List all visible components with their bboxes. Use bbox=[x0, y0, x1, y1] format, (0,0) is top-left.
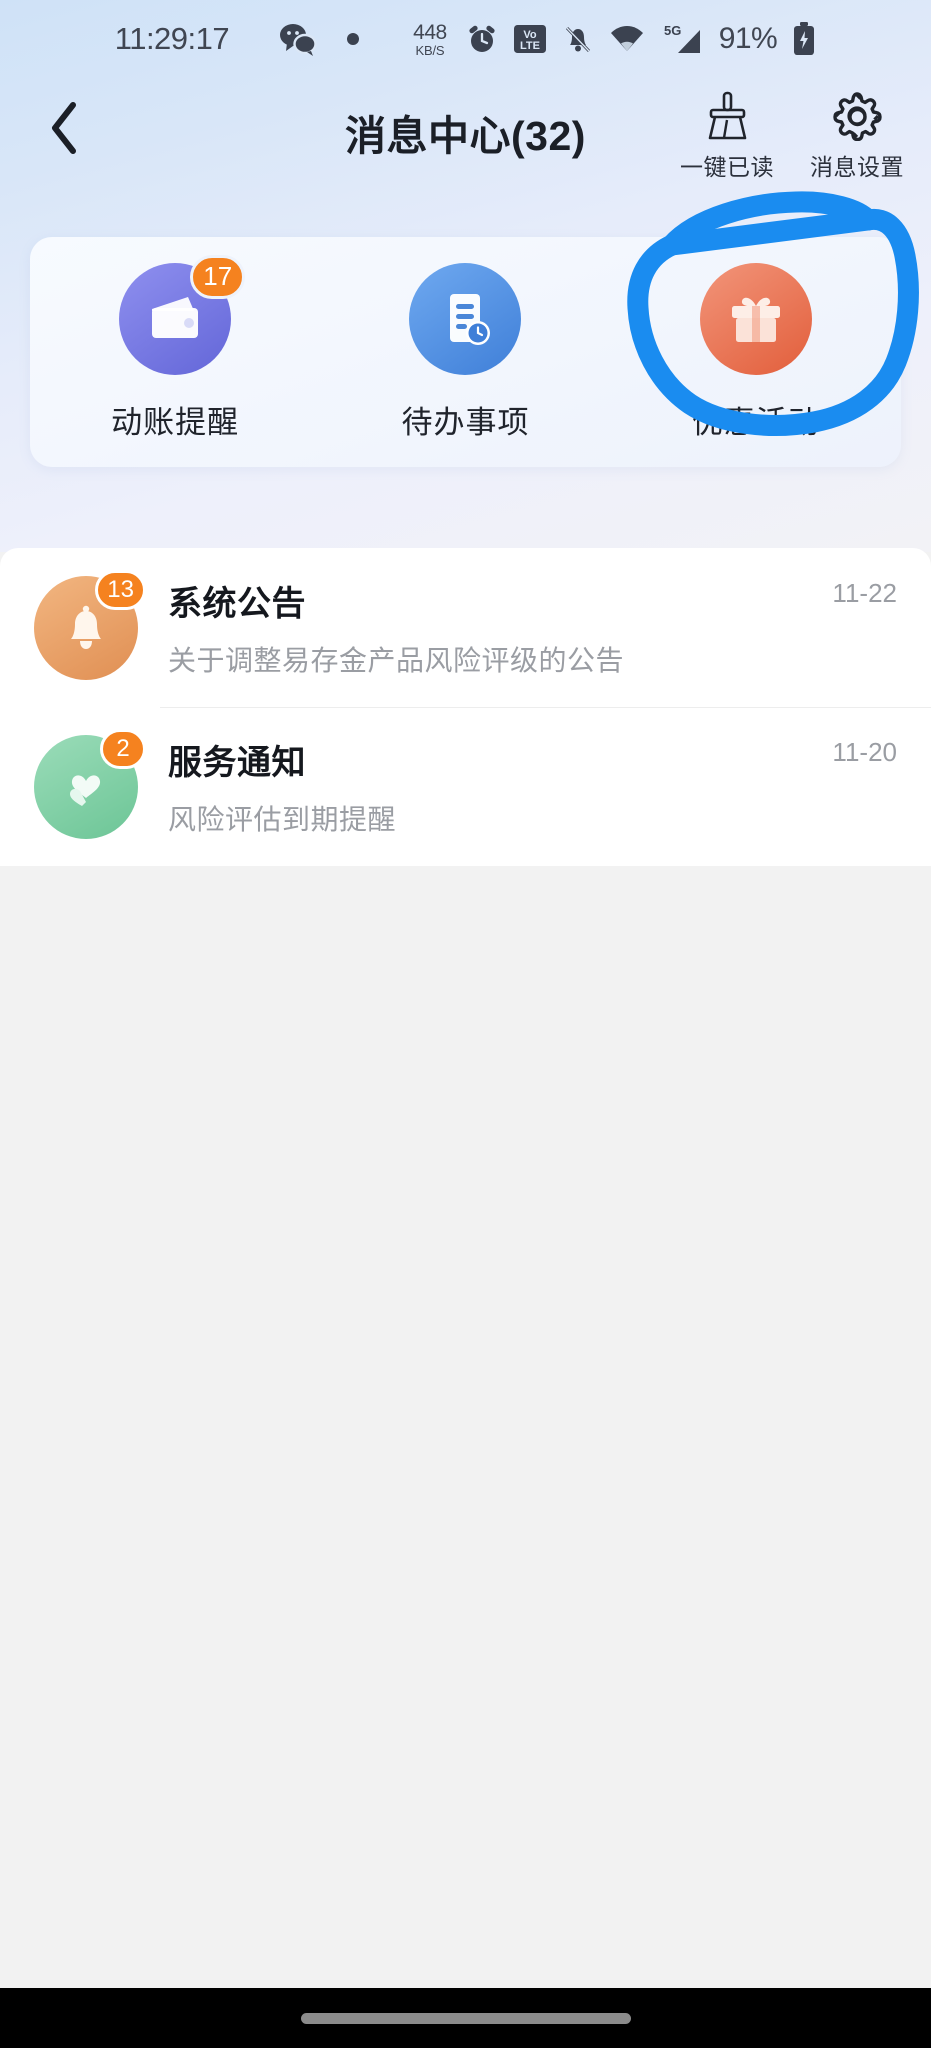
quick-access-label: 优惠活动 bbox=[691, 404, 820, 440]
wifi-icon bbox=[609, 24, 645, 54]
message-subtitle: 关于调整易存金产品风险评级的公告 bbox=[168, 645, 625, 676]
mute-bell-icon bbox=[562, 23, 594, 55]
message-settings-button[interactable]: 消息设置 bbox=[805, 90, 909, 182]
dot-indicator-icon bbox=[345, 31, 361, 47]
mark-all-read-button[interactable]: 一键已读 bbox=[675, 90, 779, 182]
signal-icon: 5G bbox=[660, 23, 704, 55]
system-gesture-bar bbox=[0, 1988, 931, 2048]
message-list-item[interactable]: 13 系统公告 关于调整易存金产品风险评级的公告 11-22 bbox=[0, 548, 931, 707]
quick-access-card: 17 动账提醒 待办事项 优惠活动 bbox=[30, 237, 901, 467]
status-bar: 11:29:17 448 KB/S Vo LTE 5G 91% bbox=[0, 0, 931, 78]
message-badge: 2 bbox=[100, 728, 146, 769]
message-subtitle: 风险评估到期提醒 bbox=[168, 804, 397, 835]
gear-icon bbox=[832, 90, 882, 142]
message-list-item[interactable]: 2 服务通知 风险评估到期提醒 11-20 bbox=[0, 707, 931, 866]
message-badge: 13 bbox=[95, 569, 146, 610]
empty-page-area bbox=[0, 866, 931, 1988]
network-speed-value: 448 bbox=[413, 20, 447, 44]
svg-text:LTE: LTE bbox=[520, 40, 540, 52]
document-clock-icon bbox=[409, 262, 522, 375]
quick-access-item-transaction-alerts[interactable]: 17 动账提醒 bbox=[55, 254, 295, 442]
message-title: 服务通知 bbox=[168, 744, 306, 782]
gift-icon bbox=[699, 262, 812, 375]
alarm-icon bbox=[466, 23, 498, 55]
message-date: 11-20 bbox=[832, 737, 897, 767]
header-actions: 一键已读 消息设置 bbox=[675, 90, 909, 182]
battery-charging-icon bbox=[792, 22, 816, 56]
status-bar-clock: 11:29:17 bbox=[114, 21, 230, 56]
page-header: 消息中心(32) 一键已读 消息设置 bbox=[0, 78, 931, 186]
mark-all-read-label: 一键已读 bbox=[680, 154, 774, 180]
battery-percent-label: 91% bbox=[718, 22, 778, 55]
home-indicator[interactable] bbox=[300, 2012, 631, 2024]
phone-screen: 11:29:17 448 KB/S Vo LTE 5G 91% 消息中心(32)… bbox=[0, 0, 931, 2048]
quick-access-label: 动账提醒 bbox=[111, 404, 240, 440]
network-speed-unit: KB/S bbox=[415, 42, 445, 58]
quick-access-badge: 17 bbox=[190, 254, 246, 299]
message-date: 11-22 bbox=[832, 578, 897, 608]
quick-access-item-todo[interactable]: 待办事项 bbox=[345, 262, 585, 442]
message-settings-label: 消息设置 bbox=[810, 154, 904, 180]
svg-text:5G: 5G bbox=[664, 23, 681, 38]
volte-icon: Vo LTE bbox=[513, 23, 547, 55]
message-title: 系统公告 bbox=[168, 585, 306, 623]
quick-access-item-promotions[interactable]: 优惠活动 bbox=[636, 262, 876, 442]
quick-access-label: 待办事项 bbox=[401, 404, 530, 440]
message-list: 13 系统公告 关于调整易存金产品风险评级的公告 11-22 2 服务通知 风险… bbox=[0, 548, 931, 866]
wechat-icon bbox=[279, 22, 317, 56]
network-speed-indicator: 448 KB/S bbox=[413, 22, 447, 57]
broom-icon bbox=[702, 90, 752, 142]
